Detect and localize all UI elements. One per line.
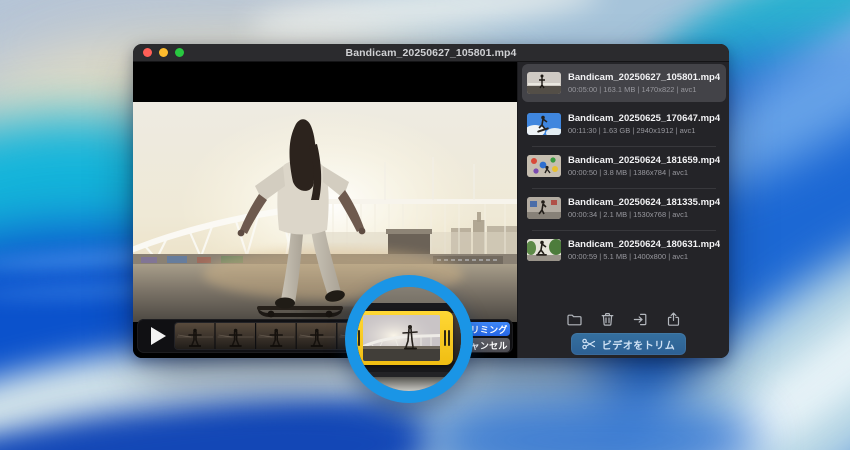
trim-handle-left[interactable] [357, 311, 363, 365]
file-name: Bandicam_20250624_180631.mp4 [568, 239, 721, 250]
video-thumbnail [527, 239, 561, 261]
video-thumbnail [527, 155, 561, 177]
video-thumbnail [527, 197, 561, 219]
file-list-item[interactable]: Bandicam_20250624_181659.mp4 00:00:50 | … [522, 147, 726, 185]
play-icon [150, 327, 166, 345]
trim-video-label: ビデオをトリム [601, 340, 676, 352]
folder-icon [567, 314, 582, 325]
play-button[interactable] [145, 323, 171, 349]
file-list-item[interactable]: Bandicam_20250624_180631.mp4 00:00:59 | … [522, 231, 726, 269]
file-list-item[interactable]: Bandicam_20250624_181335.mp4 00:00:34 | … [522, 189, 726, 227]
share-button[interactable] [663, 308, 685, 330]
file-name: Bandicam_20250624_181659.mp4 [568, 155, 721, 166]
file-meta: 00:11:30 | 1.63 GB | 2940x1912 | avc1 [568, 126, 696, 135]
file-name: Bandicam_20250624_181335.mp4 [568, 197, 721, 208]
file-list-item[interactable]: Bandicam_20250625_170647.mp4 00:11:30 | … [522, 105, 726, 143]
delete-button[interactable] [597, 308, 619, 330]
file-name: Bandicam_20250625_170647.mp4 [568, 113, 721, 124]
trash-icon [601, 312, 614, 326]
window-title: Bandicam_20250627_105801.mp4 [345, 46, 517, 59]
callout-circle [345, 275, 473, 403]
file-meta: 00:00:34 | 2.1 MB | 1530x768 | avc1 [568, 210, 689, 219]
open-folder-button[interactable] [564, 308, 586, 330]
scissors-icon [582, 338, 595, 350]
file-name: Bandicam_20250627_105801.mp4 [568, 72, 721, 83]
move-to-icon [633, 313, 647, 325]
trim-handle-right[interactable] [440, 311, 453, 365]
magnified-window-shadow [357, 377, 461, 391]
share-icon [667, 312, 680, 326]
video-thumbnail [527, 113, 561, 135]
file-list-item[interactable]: Bandicam_20250627_105801.mp4 00:05:00 | … [522, 64, 726, 102]
file-meta: 00:00:59 | 5.1 MB | 1400x800 | avc1 [568, 252, 689, 261]
title-bar: Bandicam_20250627_105801.mp4 [133, 44, 729, 62]
video-thumbnail [527, 72, 561, 94]
trim-selection-thumbnail [363, 315, 440, 361]
file-toolbar [518, 308, 729, 330]
trim-video-button[interactable]: ビデオをトリム [571, 333, 686, 355]
file-meta: 00:05:00 | 163.1 MB | 1470x822 | avc1 [568, 85, 697, 94]
trim-selection[interactable] [357, 311, 453, 365]
file-meta: 00:00:50 | 3.8 MB | 1386x784 | avc1 [568, 168, 689, 177]
file-list-panel: Bandicam_20250627_105801.mp4 00:05:00 | … [517, 62, 729, 358]
move-to-button[interactable] [630, 308, 652, 330]
desktop: Bandicam_20250627_105801.mp4 トリミング キャンセル… [0, 0, 850, 450]
